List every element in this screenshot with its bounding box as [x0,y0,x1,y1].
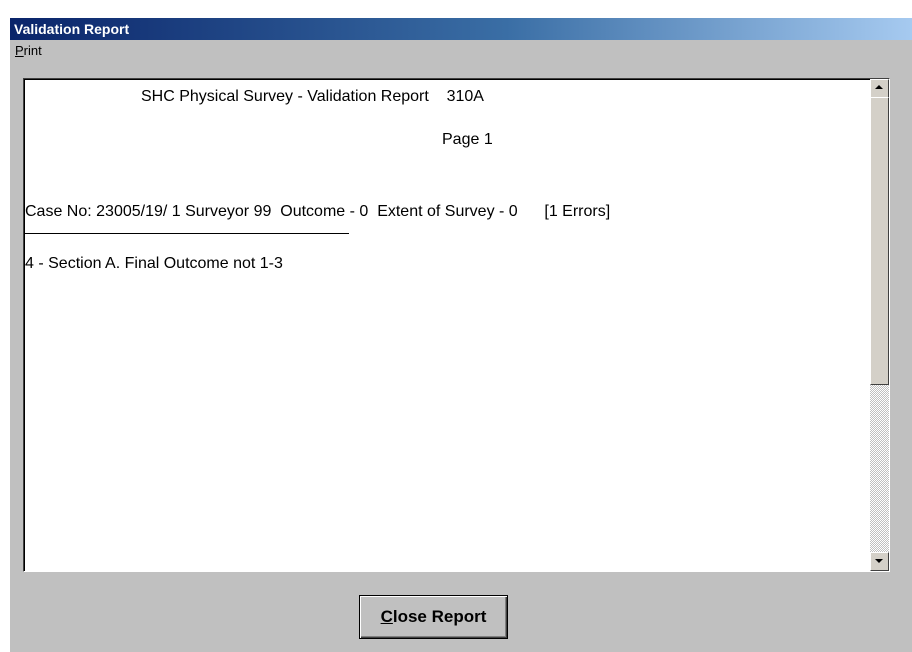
close-report-button[interactable]: Close Report [359,595,508,639]
title-bar[interactable]: Validation Report [10,18,912,40]
report-page-number: Page 1 [442,131,493,148]
menu-bar: Print [10,40,912,60]
arrow-down-icon [875,559,883,563]
report-view[interactable]: SHC Physical Survey - Validation Report … [23,78,890,572]
report-error-line: 4 - Section A. Final Outcome not 1-3 [25,255,283,272]
validation-report-window: Validation Report Print SHC Physical Sur… [10,18,912,652]
scroll-down-button[interactable] [870,552,889,571]
window-title: Validation Report [14,21,130,37]
menu-item-print[interactable]: Print [13,43,44,58]
close-button-mnemonic: C [380,607,393,626]
menu-print-mnemonic: P [15,43,24,58]
vertical-scrollbar[interactable] [870,79,889,571]
arrow-up-icon [875,85,883,89]
section-divider [25,233,349,234]
report-header: SHC Physical Survey - Validation Report … [141,88,484,105]
report-content: SHC Physical Survey - Validation Report … [24,79,869,571]
menu-print-label: rint [23,43,42,58]
scroll-thumb[interactable] [870,97,889,385]
close-button-label: lose Report [392,607,487,626]
report-case-line: Case No: 23005/19/ 1 Surveyor 99 Outcome… [25,203,611,220]
scroll-up-button[interactable] [870,79,889,98]
